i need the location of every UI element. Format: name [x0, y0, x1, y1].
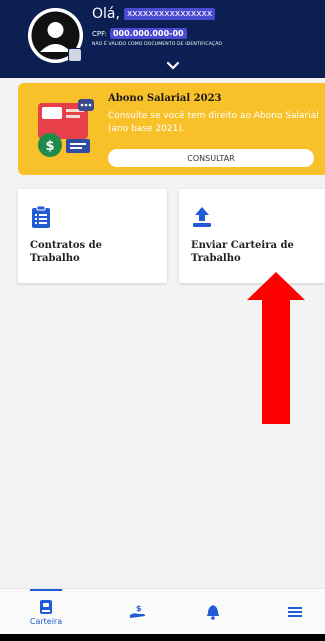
svg-text:$: $ — [136, 604, 142, 613]
red-arrow-annotation — [247, 272, 305, 424]
greeting-text: Olá, — [92, 6, 120, 22]
banner-title: Abono Salarial 2023 — [108, 93, 222, 104]
card-enviar-carteira[interactable]: Enviar Carteira de Trabalho — [179, 189, 325, 283]
nav-carteira-label: Carteira — [29, 616, 63, 626]
nav-notificacoes[interactable] — [193, 589, 233, 635]
wallet-money-icon: $ — [38, 99, 94, 157]
profile-header: Olá, xxxxxxxxxxxxxxxx CPF: 000.000.000-0… — [0, 0, 325, 78]
bottom-navigation: Carteira $ — [0, 588, 325, 634]
user-name: xxxxxxxxxxxxxxxx — [123, 8, 216, 20]
card-contratos-label: Contratos de Trabalho — [30, 240, 103, 264]
upload-icon — [193, 207, 211, 227]
nav-beneficios[interactable]: $ — [118, 589, 158, 635]
system-bar — [0, 634, 325, 641]
identity-notice: NÃO É VÁLIDO COMO DOCUMENTO DE IDENTIFIC… — [92, 42, 223, 47]
greeting: Olá, xxxxxxxxxxxxxxxx — [92, 6, 216, 22]
abono-banner: $ Abono Salarial 2023 Consulte se você t… — [18, 83, 325, 175]
hand-money-icon: $ — [130, 604, 145, 618]
camera-icon[interactable] — [68, 48, 82, 62]
card-enviar-label: Enviar Carteira de Trabalho — [191, 240, 294, 264]
menu-icon — [288, 607, 302, 617]
cpf-value: 000.000.000-00 — [109, 28, 187, 39]
wallet-card-icon — [40, 599, 52, 614]
bell-icon — [207, 605, 219, 620]
nav-carteira[interactable]: Carteira — [26, 589, 66, 635]
chevron-down-icon[interactable] — [165, 60, 181, 72]
card-contratos[interactable]: Contratos de Trabalho — [18, 189, 167, 283]
nav-menu[interactable] — [275, 589, 315, 635]
app-screen: Olá, xxxxxxxxxxxxxxxx CPF: 000.000.000-0… — [0, 0, 325, 641]
cpf-row: CPF: 000.000.000-00 — [92, 28, 187, 39]
consultar-button[interactable]: CONSULTAR — [108, 149, 314, 167]
clipboard-list-icon — [32, 205, 50, 228]
banner-text: Consulte se você tem direito ao Abono Sa… — [108, 111, 319, 134]
cpf-label: CPF: — [92, 29, 107, 38]
svg-text:$: $ — [45, 139, 54, 154]
